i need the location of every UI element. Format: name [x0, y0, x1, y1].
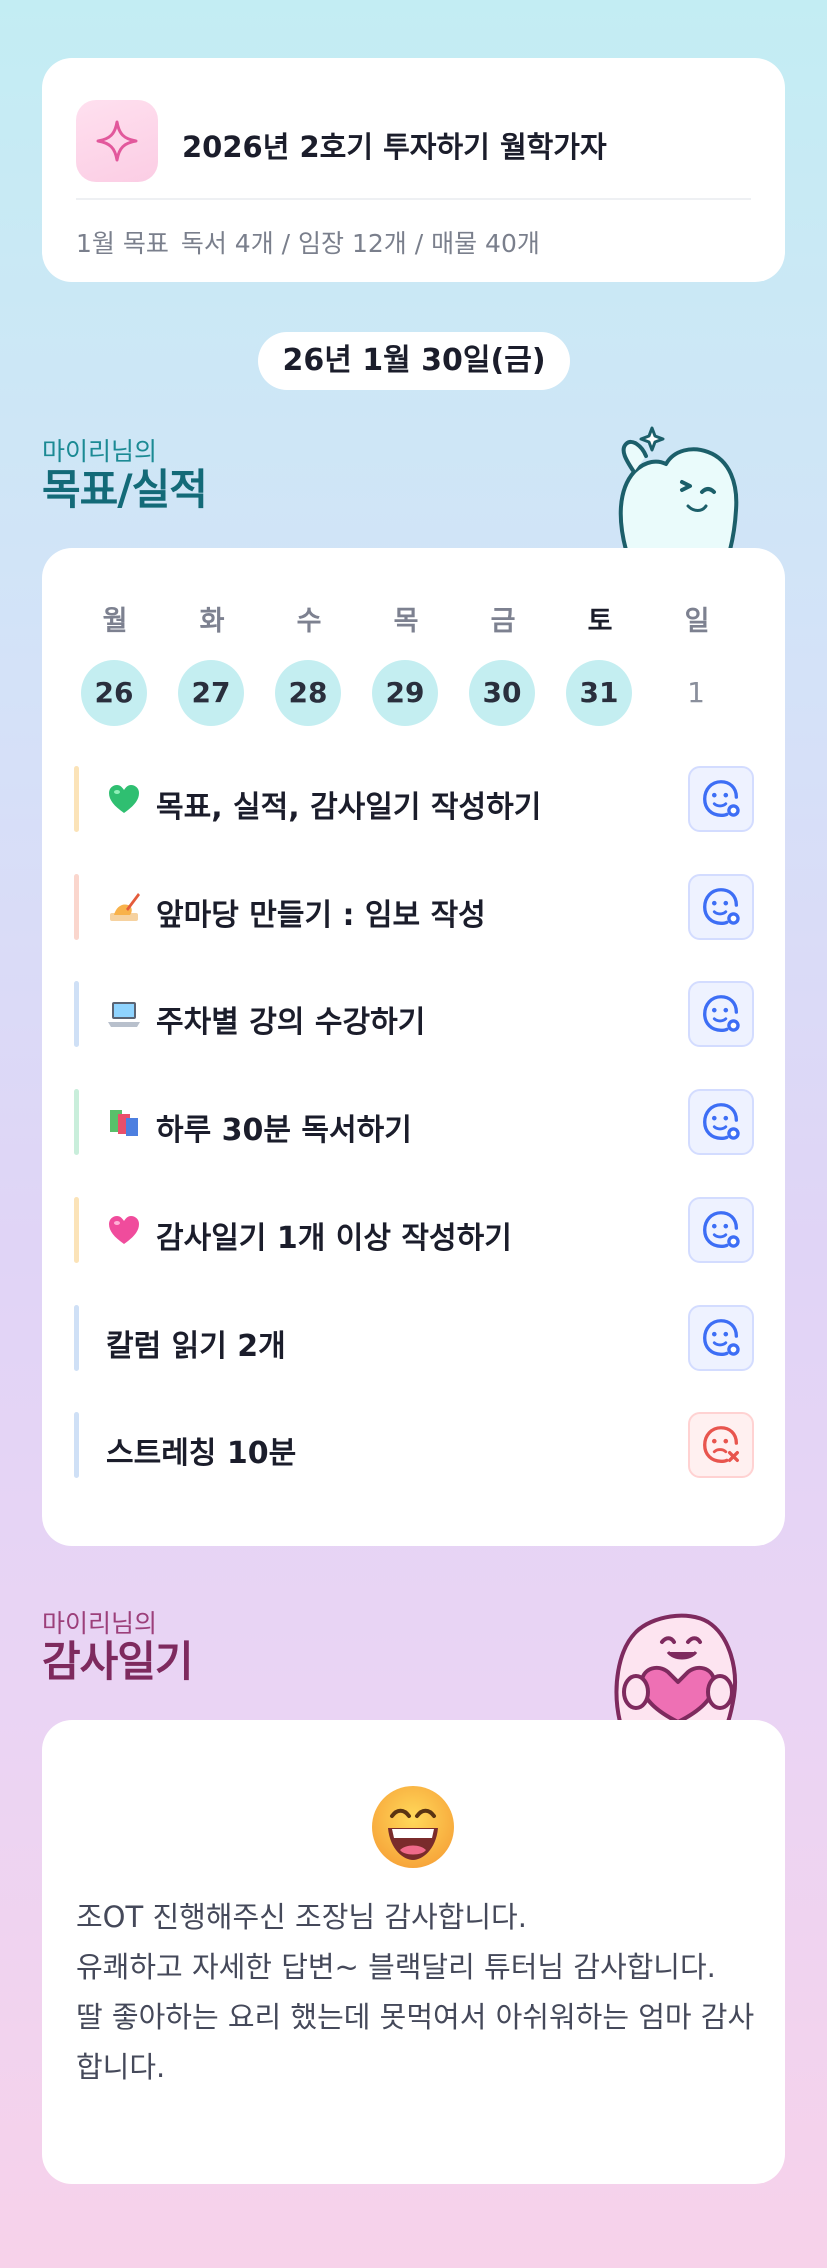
week-strip: 월 26 화 27 수 28 목 29 금 30 토 31 일 1: [74, 600, 754, 740]
day-label: 토: [587, 606, 613, 637]
task-item[interactable]: 감사일기 1개 이상 작성하기: [74, 1196, 754, 1263]
task-item[interactable]: 스트레칭 10분: [74, 1412, 754, 1479]
day-number: 27: [178, 660, 244, 726]
divider: [76, 198, 751, 200]
program-card: 2026년 2호기 투자하기 월학가자 1월 목표 독서 4개 / 임장 12개 …: [42, 58, 785, 282]
task-accent-bar: [74, 1412, 79, 1479]
day-label: 일: [684, 606, 710, 637]
day-number: 1: [687, 676, 705, 709]
task-accent-bar: [74, 873, 79, 940]
status-done-icon[interactable]: [688, 766, 754, 832]
task-item[interactable]: 앞마당 만들기 : 임보 작성: [74, 873, 754, 940]
day-number: 31: [566, 660, 632, 726]
day-cell[interactable]: 일1: [663, 600, 731, 726]
task-accent-bar: [74, 1089, 79, 1156]
day-label: 수: [296, 606, 322, 637]
task-accent-bar: [74, 1304, 79, 1371]
current-date: 26년 1월 30일(금): [258, 332, 570, 390]
day-label: 목: [393, 606, 419, 637]
grinning-face-icon: [372, 1786, 454, 1868]
day-label: 금: [490, 606, 516, 637]
goal-section-title: 목표/실적: [42, 465, 208, 514]
status-done-icon[interactable]: [688, 1304, 754, 1371]
gratitude-line: 딸 좋아하는 요리 했는데 못먹여서 아쉬워하는 엄마 감사합니다.: [76, 2000, 755, 2084]
task-accent-bar: [74, 1196, 79, 1263]
status-done-icon[interactable]: [688, 1089, 754, 1156]
task-label: 앞마당 만들기 : 임보 작성: [156, 897, 486, 933]
mascot-waving-icon: [618, 426, 739, 550]
monthly-goal-label: 1월 목표: [76, 229, 169, 258]
day-cell[interactable]: 월 26: [81, 600, 149, 726]
gratitude-line: 유쾌하고 자세한 답변~ 블랙달리 튜터님 감사합니다.: [76, 1950, 716, 1984]
task-label: 하루 30분 독서하기: [156, 1113, 412, 1149]
day-number: 30: [469, 660, 535, 726]
program-title: 2026년 2호기 투자하기 월학가자: [182, 130, 607, 164]
pink-heart-icon: [106, 1212, 142, 1248]
task-label: 스트레칭 10분: [106, 1436, 297, 1472]
day-number: 28: [275, 660, 341, 726]
status-done-icon[interactable]: [688, 981, 754, 1048]
day-cell[interactable]: 수 28: [275, 600, 343, 726]
task-item[interactable]: 칼럼 읽기 2개: [74, 1304, 754, 1371]
status-missed-icon[interactable]: [688, 1412, 754, 1479]
day-label: 화: [199, 606, 225, 637]
day-label: 월: [102, 606, 128, 637]
day-number: 29: [372, 660, 438, 726]
day-cell[interactable]: 화 27: [178, 600, 246, 726]
books-icon: [106, 1104, 142, 1140]
laptop-icon: [106, 996, 142, 1032]
task-accent-bar: [74, 981, 79, 1048]
monthly-goal: 1월 목표 독서 4개 / 임장 12개 / 매물 40개: [76, 224, 552, 260]
mascot-heart-icon: [614, 1613, 737, 1722]
task-label: 감사일기 1개 이상 작성하기: [156, 1220, 512, 1256]
status-done-icon[interactable]: [688, 873, 754, 940]
task-item[interactable]: 주차별 강의 수강하기: [74, 981, 754, 1048]
green-heart-icon: [106, 781, 142, 817]
gratitude-section-title: 감사일기: [42, 1637, 194, 1686]
task-label: 칼럼 읽기 2개: [106, 1328, 286, 1364]
gratitude-line: 조OT 진행해주신 조장님 감사합니다.: [76, 1900, 527, 1934]
gratitude-card: 조OT 진행해주신 조장님 감사합니다. 유쾌하고 자세한 답변~ 블랙달리 튜…: [42, 1720, 785, 2184]
task-item[interactable]: 목표, 실적, 감사일기 작성하기: [74, 766, 754, 832]
day-number: 26: [81, 660, 147, 726]
task-label: 주차별 강의 수강하기: [156, 1005, 426, 1041]
goals-card: 월 26 화 27 수 28 목 29 금 30 토 31 일 1 목표, 실적, 감사일기 작성하기 앞마…: [42, 548, 785, 1546]
day-cell[interactable]: 금 30: [469, 600, 537, 726]
monthly-goal-detail: 독서 4개 / 임장 12개 / 매물 40개: [180, 229, 540, 258]
sparkle-icon: [76, 100, 158, 182]
writing-hand-icon: [106, 889, 142, 925]
gratitude-text: 조OT 진행해주신 조장님 감사합니다. 유쾌하고 자세한 답변~ 블랙달리 튜…: [76, 1892, 756, 2092]
status-done-icon[interactable]: [688, 1196, 754, 1263]
day-cell[interactable]: 토 31: [566, 600, 634, 726]
task-label: 목표, 실적, 감사일기 작성하기: [156, 790, 542, 825]
task-item[interactable]: 하루 30분 독서하기: [74, 1089, 754, 1156]
day-cell[interactable]: 목 29: [372, 600, 440, 726]
task-accent-bar: [74, 766, 79, 832]
